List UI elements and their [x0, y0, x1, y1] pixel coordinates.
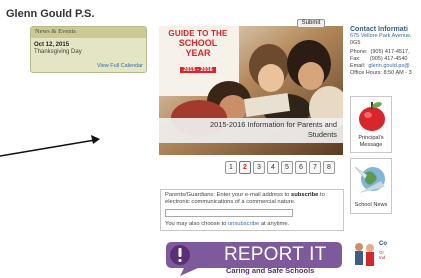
subscribe-email-input[interactable]: [165, 209, 293, 217]
contact-title: Contact Informati: [350, 26, 408, 33]
partial-text: Gr Ind: [379, 250, 385, 260]
principals-message-line2: Message: [359, 142, 383, 148]
subscribe-text-pre: Parents/Guardians: Enter your e-mail add…: [165, 192, 291, 198]
partial-text-line2: Ind: [379, 255, 386, 260]
guide-badge: GUIDE TO THE SCHOOL YEAR 2015 - 2016: [168, 29, 228, 73]
guide-badge-line2: SCHOOL YEAR: [178, 38, 218, 58]
view-full-calendar-link[interactable]: View Full Calendar: [97, 63, 143, 69]
principals-message-line1: Principal's: [358, 135, 384, 141]
hero-caption-line1: 2015-2016 Information for Parents and: [210, 120, 337, 129]
unsubscribe-post: at anytime.: [259, 221, 290, 227]
email-link[interactable]: glenn.gould.ps@: [368, 63, 409, 69]
news-event-title[interactable]: Thanksgiving Day: [34, 49, 82, 55]
news-events-heading: News & Events: [31, 27, 146, 38]
school-news-tile[interactable]: School News: [350, 158, 392, 214]
news-events-panel: News & Events Oct 12, 2015 Thanksgiving …: [30, 26, 147, 73]
globe-icon: [354, 166, 385, 193]
subscribe-panel: Parents/Guardians: Enter your e-mail add…: [160, 189, 344, 231]
guide-badge-line1: GUIDE TO THE: [168, 29, 228, 38]
principals-message-tile[interactable]: Principal's Message: [350, 96, 392, 153]
apple-icon: [359, 102, 385, 131]
phone-value: (905) 417-4517,: [370, 49, 410, 55]
email-label: Email:: [350, 63, 366, 69]
school-name: Glenn Gould P.S.: [6, 8, 95, 20]
page-button[interactable]: 1: [225, 161, 237, 174]
unsubscribe-text: You may also choose to unsubscribe at an…: [165, 221, 289, 227]
partial-heading: Co: [379, 241, 387, 247]
unsubscribe-link[interactable]: unsubscribe: [228, 221, 259, 227]
contact-postal: 0G5: [350, 40, 361, 46]
report-it-banner[interactable]: REPORT IT Caring and Safe Schools: [162, 240, 344, 278]
guide-badge-line3: 2015 - 2016: [180, 67, 216, 73]
unsubscribe-pre: You may also choose to: [165, 221, 228, 227]
page-button[interactable]: 7: [309, 161, 321, 174]
report-it-subtitle: Caring and Safe Schools: [226, 266, 315, 275]
page-button[interactable]: 3: [253, 161, 265, 174]
hero-caption-line2: Students: [307, 130, 337, 139]
contact-address-link[interactable]: 675 Vellore Park Avenue,: [350, 33, 412, 39]
contact-info: Contact Informati 675 Vellore Park Avenu…: [350, 26, 421, 77]
school-news-label: School News: [354, 202, 388, 208]
group-people-icon: [355, 243, 374, 266]
fax-label: Fax:: [350, 56, 361, 62]
office-hours: Office Hours: 8:50 AM - 3: [350, 70, 412, 76]
report-it-title: REPORT IT: [224, 244, 327, 265]
page-button[interactable]: 8: [323, 161, 335, 174]
guide-school-year-banner[interactable]: GUIDE TO THE SCHOOL YEAR 2015 - 2016 201…: [159, 26, 343, 155]
phone-label: Phone:: [350, 49, 368, 55]
slideshow-pager: 12345678: [225, 161, 335, 174]
subscribe-submit-button[interactable]: Submit: [297, 19, 325, 28]
fax-value: (905) 417-4540: [369, 56, 408, 62]
page-button[interactable]: 2: [239, 161, 251, 174]
page-button[interactable]: 4: [267, 161, 279, 174]
subscribe-text: Parents/Guardians: Enter your e-mail add…: [165, 192, 341, 206]
subscribe-text-bold: subscribe: [290, 192, 319, 198]
page-button[interactable]: 6: [295, 161, 307, 174]
page-button[interactable]: 5: [281, 161, 293, 174]
hero-caption[interactable]: 2015-2016 Information for Parents and St…: [159, 118, 343, 143]
news-event-date: Oct 12, 2015: [34, 42, 70, 48]
